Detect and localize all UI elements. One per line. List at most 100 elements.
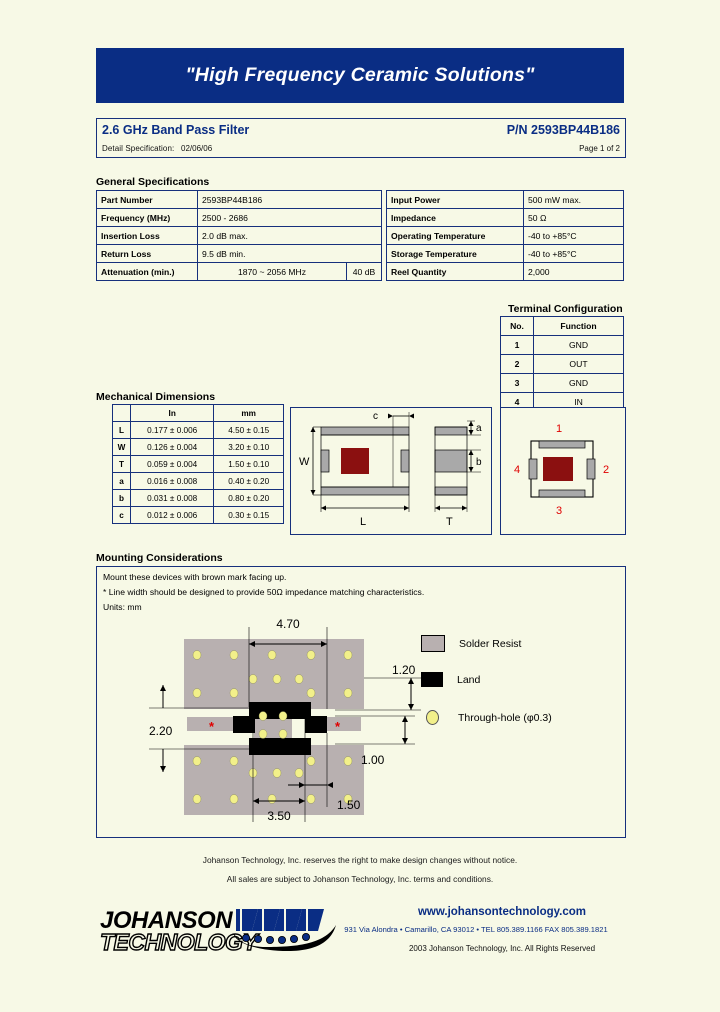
dim-3-50: 3.50 bbox=[267, 809, 291, 823]
mechanical-dimensions-table: In mm L 0.177 ± 0.006 4.50 ± 0.15 W 0.12… bbox=[112, 404, 284, 524]
terminal-label-4: 4 bbox=[514, 464, 520, 476]
cell-key: Impedance bbox=[386, 208, 524, 227]
cell-key: Operating Temperature bbox=[386, 226, 524, 245]
footer-note-1: Johanson Technology, Inc. reserves the r… bbox=[202, 855, 518, 865]
table-row: Storage Temperature -40 to +85°C bbox=[386, 244, 624, 263]
footer-note-2: All sales are subject to Johanson Techno… bbox=[226, 874, 494, 884]
cell-terminal-no: 1 bbox=[500, 335, 534, 355]
cell-in: 0.177 ± 0.006 bbox=[129, 421, 215, 439]
table-row: Insertion Loss 2.0 dB max. bbox=[96, 226, 382, 245]
general-specifications-heading: General Specifications bbox=[96, 176, 210, 188]
legend-through-hole: Through-hole (φ0.3) bbox=[421, 710, 552, 725]
legend-land: Land bbox=[421, 672, 480, 687]
title-row: 2.6 GHz Band Pass Filter P/N 2593BP44B18… bbox=[97, 119, 625, 140]
column-header-mm: mm bbox=[213, 404, 284, 422]
table-header-row: In mm bbox=[112, 404, 284, 422]
subtitle-row: Detail Specification: 02/06/06 Page 1 of… bbox=[97, 140, 625, 156]
table-row: c 0.012 ± 0.006 0.30 ± 0.15 bbox=[112, 506, 284, 524]
cell-mm: 0.80 ± 0.20 bbox=[213, 489, 284, 507]
cell-key: Insertion Loss bbox=[96, 226, 198, 245]
dim-1-00: 1.00 bbox=[361, 753, 385, 767]
terminal-label-2: 2 bbox=[603, 464, 609, 476]
dim-1-20: 1.20 bbox=[392, 663, 416, 677]
copyright-notice: 2003 Johanson Technology, Inc. All Right… bbox=[408, 944, 596, 953]
detail-spec-date: 02/06/06 bbox=[181, 143, 213, 153]
table-row: a 0.016 ± 0.008 0.40 ± 0.20 bbox=[112, 472, 284, 490]
table-row: Input Power 500 mW max. bbox=[386, 190, 624, 209]
table-row: Reel Quantity 2,000 bbox=[386, 262, 624, 281]
legend-label: Through-hole (φ0.3) bbox=[458, 711, 552, 724]
dim-1-50: 1.50 bbox=[337, 798, 361, 812]
cell-terminal-function: GND bbox=[533, 373, 624, 393]
table-row: Operating Temperature -40 to +85°C bbox=[386, 226, 624, 245]
cell-symbol: c bbox=[112, 506, 131, 524]
terminal-configuration-drawing: 1 2 3 4 bbox=[500, 407, 626, 535]
cell-key: Frequency (MHz) bbox=[96, 208, 198, 227]
cell-symbol: W bbox=[112, 438, 131, 456]
cell-attenuation-range: 1870 ~ 2056 MHz bbox=[197, 262, 347, 281]
column-header-no: No. bbox=[500, 316, 534, 336]
general-specifications-table-right: Input Power 500 mW max. Impedance 50 Ω O… bbox=[386, 190, 624, 281]
cell-terminal-function: GND bbox=[533, 335, 624, 355]
mounting-pad-drawing: * * 4.70 1.20 1.00 2.20 3.50 1.50 bbox=[149, 617, 449, 832]
website-link[interactable]: www.johansontechnology.com bbox=[380, 906, 624, 918]
cell-mm: 0.30 ± 0.15 bbox=[213, 506, 284, 524]
cell-mm: 3.20 ± 0.10 bbox=[213, 438, 284, 456]
cell-key: Attenuation (min.) bbox=[96, 262, 198, 281]
cell-value: -40 to +85°C bbox=[523, 244, 624, 263]
mechanical-dimensions-heading: Mechanical Dimensions bbox=[96, 391, 216, 403]
viking-ship-icon bbox=[233, 909, 336, 951]
cell-symbol: a bbox=[112, 472, 131, 490]
cell-in: 0.012 ± 0.006 bbox=[129, 506, 215, 524]
table-row: Part Number 2593BP44B186 bbox=[96, 190, 382, 209]
table-header-row: No. Function bbox=[500, 316, 624, 336]
title-block: 2.6 GHz Band Pass Filter P/N 2593BP44B18… bbox=[96, 118, 626, 158]
cell-terminal-no: 3 bbox=[500, 373, 534, 393]
mechanical-drawing: W L c a b T bbox=[290, 407, 492, 535]
cell-symbol: b bbox=[112, 489, 131, 507]
label-c: c bbox=[373, 411, 378, 422]
cell-value: 2.0 dB max. bbox=[197, 226, 382, 245]
column-header-symbol bbox=[112, 404, 131, 422]
label-T: T bbox=[446, 516, 453, 528]
cell-value: 50 Ω bbox=[523, 208, 624, 227]
cell-in: 0.016 ± 0.008 bbox=[129, 472, 215, 490]
terminal-label-1: 1 bbox=[556, 423, 562, 435]
table-row: 2 OUT bbox=[500, 354, 624, 374]
cell-value: 2,000 bbox=[523, 262, 624, 281]
cell-value: 9.5 dB min. bbox=[197, 244, 382, 263]
cell-value: 500 mW max. bbox=[523, 190, 624, 209]
terminal-configuration-heading: Terminal Configuration bbox=[508, 303, 623, 315]
cell-key: Return Loss bbox=[96, 244, 198, 263]
cell-in: 0.126 ± 0.004 bbox=[129, 438, 215, 456]
cell-value: -40 to +85°C bbox=[523, 226, 624, 245]
column-header-in: In bbox=[129, 404, 215, 422]
table-row: 3 GND bbox=[500, 373, 624, 393]
mounting-pad-svg: * * 4.70 1.20 1.00 2.20 3.50 1.50 bbox=[149, 617, 421, 823]
table-row: Return Loss 9.5 dB min. bbox=[96, 244, 382, 263]
cell-terminal-function: OUT bbox=[533, 354, 624, 374]
part-number: P/N 2593BP44B186 bbox=[506, 122, 620, 137]
land-swatch-icon bbox=[421, 672, 443, 687]
table-row: L 0.177 ± 0.006 4.50 ± 0.15 bbox=[112, 421, 284, 439]
cell-in: 0.031 ± 0.008 bbox=[129, 489, 215, 507]
header-banner: "High Frequency Ceramic Solutions" bbox=[96, 48, 624, 103]
legend-label: Solder Resist bbox=[459, 637, 522, 650]
page-info: Page 1 of 2 bbox=[579, 143, 620, 153]
mounting-note-2: * Line width should be designed to provi… bbox=[103, 587, 425, 597]
page-title: 2.6 GHz Band Pass Filter bbox=[102, 122, 250, 137]
column-header-function: Function bbox=[533, 316, 624, 336]
mechanical-drawing-svg: W L c a b T bbox=[299, 411, 482, 528]
cell-mm: 0.40 ± 0.20 bbox=[213, 472, 284, 490]
table-row: Impedance 50 Ω bbox=[386, 208, 624, 227]
terminal-label-3: 3 bbox=[556, 505, 562, 517]
table-row: Frequency (MHz) 2500 - 2686 bbox=[96, 208, 382, 227]
terminal-configuration-table: No. Function 1 GND 2 OUT 3 GND 4 IN bbox=[500, 316, 624, 412]
cell-key: Input Power bbox=[386, 190, 524, 209]
detail-spec-label: Detail Specification: bbox=[102, 143, 175, 153]
company-logo: JOHANSON TECHNOLOGY bbox=[99, 905, 350, 965]
cell-symbol: T bbox=[112, 455, 131, 473]
solder-resist-swatch-icon bbox=[421, 635, 445, 652]
table-row: 1 GND bbox=[500, 335, 624, 355]
terminal-drawing-svg: 1 2 3 4 bbox=[514, 423, 609, 517]
